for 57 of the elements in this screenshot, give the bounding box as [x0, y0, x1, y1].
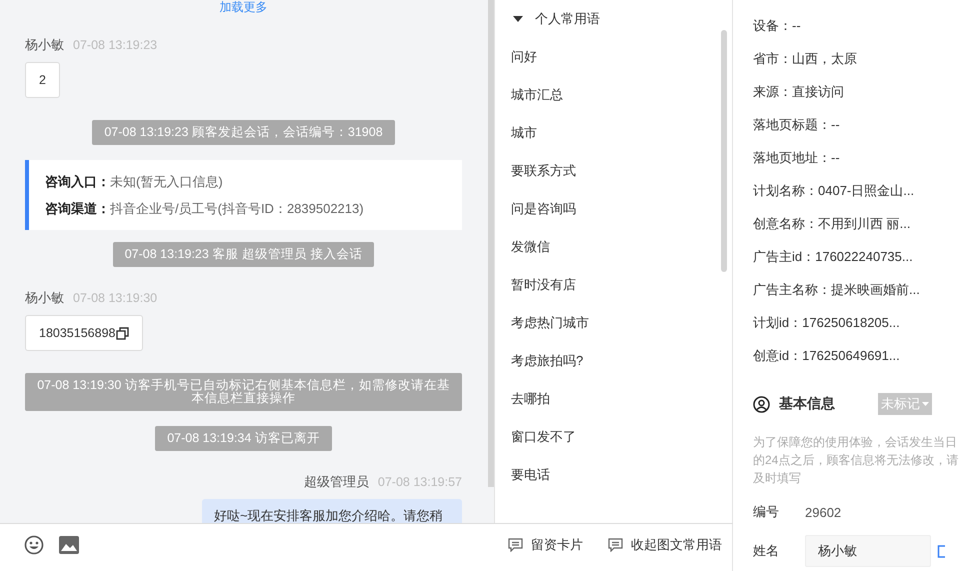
phrase-item[interactable]: 窗口发不了 — [495, 430, 732, 444]
entry-label: 咨询入口： — [45, 174, 110, 189]
name-input[interactable]: 杨小敏 — [805, 535, 931, 567]
phrase-item[interactable]: 暂时没有店 — [495, 278, 732, 292]
toolbar-button[interactable]: 留资卡片 — [508, 536, 583, 554]
message-bubble: 18035156898 — [25, 315, 144, 351]
entry-value: 未知(暂无入口信息) — [110, 174, 223, 189]
system-notice: 07-08 13:19:34 访客已离开 — [155, 426, 332, 451]
sender-name: 杨小敏 — [25, 36, 64, 54]
system-notice: 07-08 13:19:23 顾客发起会话，会话编号：31908 — [92, 120, 395, 145]
phrase-item[interactable]: 要电话 — [495, 468, 732, 482]
emoji-icon[interactable] — [24, 534, 44, 554]
image-icon[interactable] — [59, 536, 79, 554]
phrase-item[interactable]: 去哪拍 — [495, 392, 732, 406]
message-bubble: 好哒~现在安排客服加您介绍哈。请您稍 — [202, 499, 462, 523]
field-value: 29602 — [805, 504, 842, 520]
field-label: 姓名 — [753, 542, 780, 560]
caret-icon — [922, 402, 929, 406]
info-row-text: 广告主名称：提米映画婚前... — [753, 283, 921, 297]
phrase-item[interactable]: 问好 — [495, 50, 732, 64]
phrase-item[interactable]: 城市 — [495, 126, 732, 140]
phrase-item[interactable]: 发微信 — [495, 240, 732, 254]
info-row-text: 广告主id：176022240735... — [753, 250, 914, 264]
phrase-item[interactable]: 城市汇总 — [495, 88, 732, 102]
message-icon — [608, 538, 623, 552]
sender-name: 杨小敏 — [25, 289, 64, 307]
entry-label: 咨询渠道： — [45, 201, 110, 216]
system-notice: 07-08 13:19:30 访客手机号已自动标记右侧基本信息栏，如需修改请在基本信息栏直接操作 — [25, 373, 462, 411]
info-row-text: 落地页地址：-- — [753, 151, 841, 165]
message-bubble: 2 — [25, 62, 60, 98]
notice-text: 为了保障您的使用体验，会话发生当日的24点之后，顾客信息将无法修改，请及时填写 — [753, 434, 960, 487]
entry-value: 抖音企业号/员工号(抖音号ID：2839502213) — [110, 201, 364, 216]
info-row-text: 创意名称：不用到川西 丽... — [753, 217, 912, 231]
caret-icon — [513, 16, 523, 22]
toolbar-button[interactable]: 收起图文常用语 — [608, 536, 722, 554]
message-icon — [508, 538, 523, 552]
phrase-item[interactable]: 问是咨询吗 — [495, 202, 732, 216]
info-row-text: 计划id：176250618205... — [753, 316, 901, 330]
phrase-item[interactable]: 考虑旅拍吗? — [495, 354, 732, 368]
field-label: 编号 — [753, 503, 780, 521]
phrase-item[interactable]: 考虑热门城市 — [495, 316, 732, 330]
phrase-item[interactable]: 要联系方式 — [495, 164, 732, 178]
section-title: 基本信息 — [779, 395, 835, 413]
system-notice: 07-08 13:19:23 客服 超级管理员 接入会话 — [112, 242, 374, 267]
info-row-text: 省市：山西，太原 — [753, 52, 858, 66]
user-icon — [753, 396, 770, 412]
phrase-group-header[interactable]: 个人常用语 — [495, 0, 732, 26]
info-row-text: 来源：直接访问 — [753, 85, 845, 99]
message-time: 07-08 13:19:57 — [378, 475, 462, 489]
info-row-text: 创意id：176250649691... — [753, 349, 901, 363]
message-time: 07-08 13:19:30 — [73, 291, 158, 305]
message-time: 07-08 13:19:23 — [73, 38, 158, 52]
scrollbar[interactable] — [721, 30, 727, 272]
info-row-text: 落地页标题：-- — [753, 118, 841, 132]
sender-name: 超级管理员 — [304, 473, 369, 491]
info-row-text: 设备：-- — [753, 19, 802, 33]
info-row-text: 计划名称：0407-日照金山... — [753, 184, 916, 198]
